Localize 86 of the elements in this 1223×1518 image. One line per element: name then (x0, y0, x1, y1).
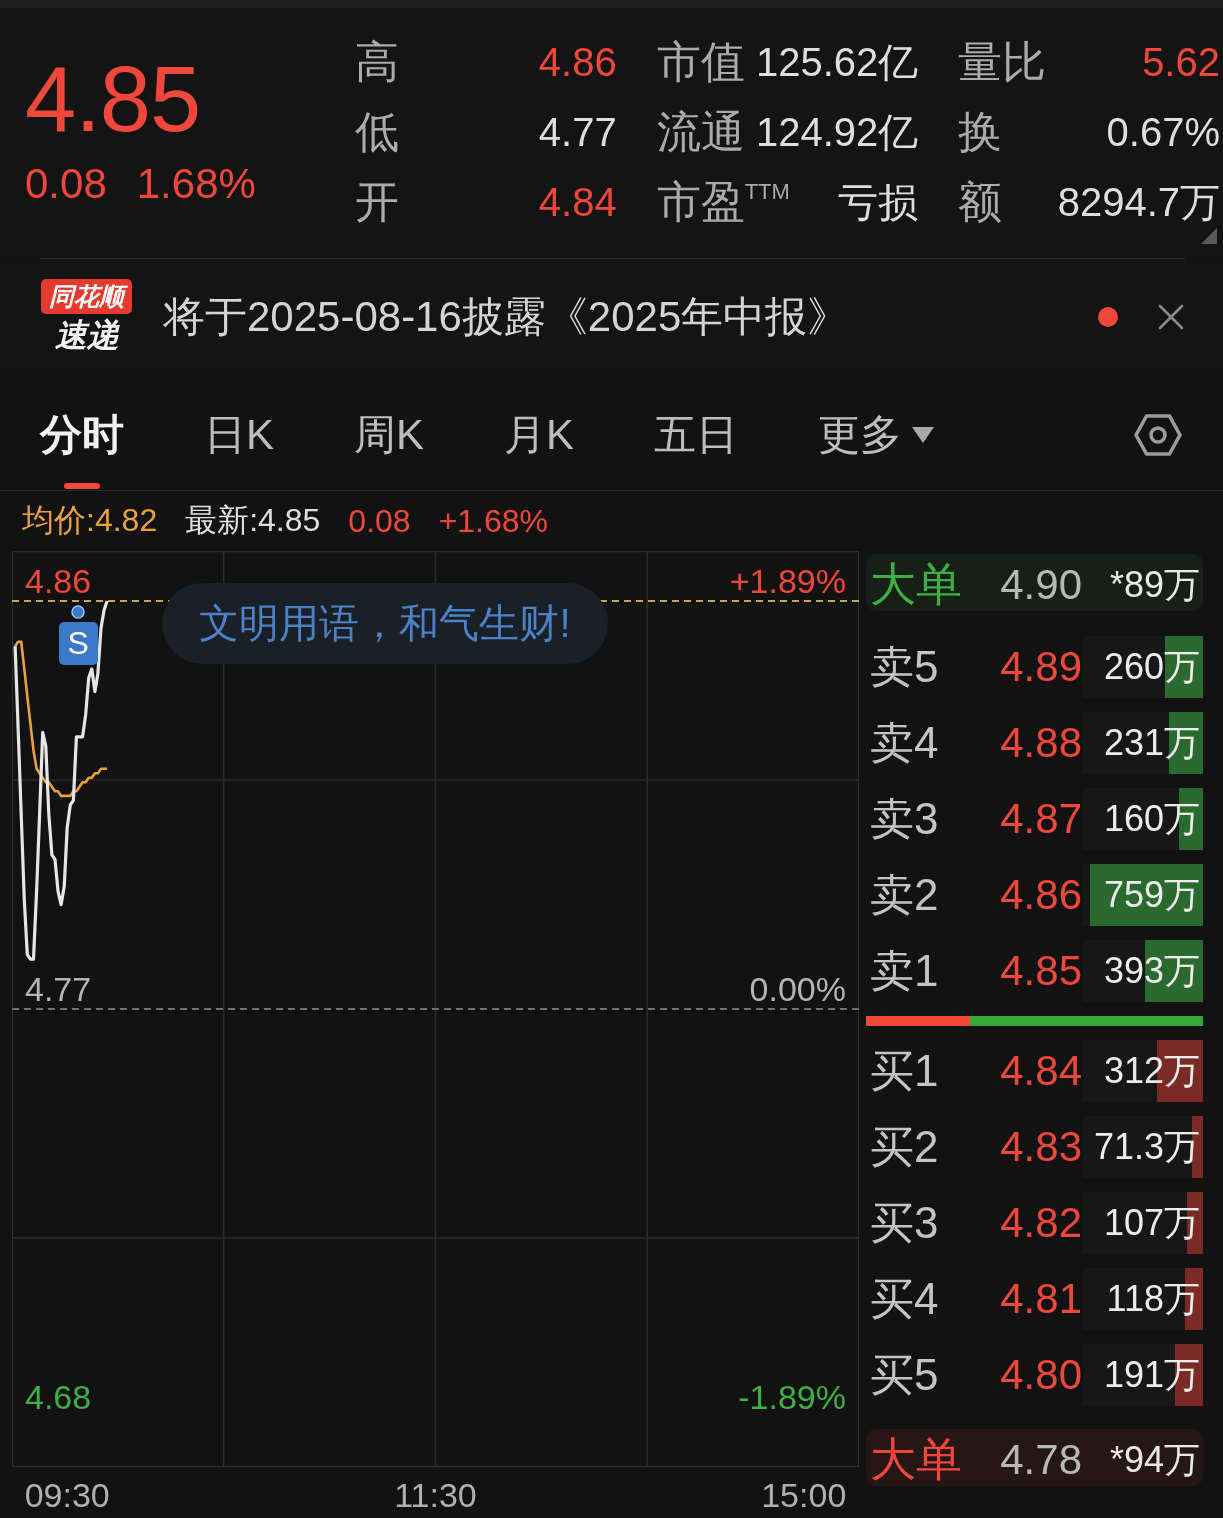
legend-label: +1.68% (438, 502, 549, 540)
ask-volume: 260万 (1103, 644, 1201, 689)
stat-value: 8294.7万 (1057, 180, 1220, 224)
ask-volume: 231万 (1103, 720, 1201, 765)
big-order-price: 4.90 (1000, 561, 1082, 609)
ask-volume: 393万 (1103, 948, 1201, 993)
chart-tab[interactable]: 分时 (40, 394, 124, 490)
stat-label: 额 (958, 177, 1003, 227)
signal-point-icon (71, 604, 86, 619)
ask-price: 4.85 (1000, 947, 1082, 995)
stat-label: 换 (958, 107, 1003, 157)
ask-level-label: 卖4 (870, 716, 939, 769)
price-change: 0.08 (25, 161, 107, 208)
signal-badge[interactable]: S (58, 621, 98, 665)
corner-triangle-icon[interactable] (1201, 228, 1217, 244)
stat-label: 量比 (958, 37, 1047, 87)
big-order-volume: *94万 (1109, 1437, 1201, 1482)
bid-level-label: 买4 (870, 1272, 939, 1325)
stat-value: 5.62 (1142, 40, 1220, 84)
ask-price: 4.86 (1000, 871, 1082, 919)
stat-value: 124.92亿 (756, 110, 919, 154)
ask-level-label: 卖1 (870, 944, 939, 997)
close-icon (1158, 304, 1184, 330)
stat-value: 4.86 (538, 40, 617, 84)
stat-value: 125.62亿 (756, 40, 919, 84)
bid-volume: 191万 (1103, 1352, 1201, 1397)
stat-value: 4.84 (538, 180, 617, 224)
price-axis-label: 4.86 (25, 561, 92, 600)
ask-price: 4.88 (1000, 719, 1082, 767)
bid-volume: 107万 (1103, 1200, 1201, 1245)
brand-tag: 同花顺 (41, 279, 132, 315)
big-order-label: 大单 (870, 557, 962, 612)
close-button[interactable] (1158, 304, 1184, 330)
stat-value: 4.77 (538, 110, 617, 154)
bid-volume: 118万 (1106, 1276, 1201, 1321)
bid-volume: 312万 (1103, 1048, 1201, 1093)
percent-change: 1.68% (136, 161, 256, 208)
bid-price: 4.83 (1000, 1123, 1082, 1171)
bid-level-label: 买3 (870, 1196, 939, 1249)
ask-price: 4.87 (1000, 795, 1082, 843)
ask-level-label: 卖2 (870, 868, 939, 921)
stat-label: 市值 (656, 37, 745, 87)
ask-volume: 759万 (1103, 872, 1201, 917)
brand-subtitle: 速递 (54, 316, 119, 355)
chart-tab[interactable]: 更多 (818, 394, 935, 490)
percent-axis-label: 0.00% (749, 970, 846, 1008)
big-order-price: 4.78 (1000, 1436, 1082, 1484)
legend-label: 最新:4.85 (185, 501, 321, 540)
ask-price: 4.89 (1000, 643, 1082, 691)
time-axis-label: 15:00 (761, 1476, 847, 1514)
bid-price: 4.81 (1000, 1275, 1082, 1323)
stat-label: 流通 (656, 107, 745, 157)
bid-price: 4.82 (1000, 1199, 1082, 1247)
stat-label: 高 (355, 37, 399, 87)
chart-tab[interactable]: 五日 (654, 394, 739, 490)
news-headline[interactable]: 将于2025-08-16披露《2025年中报》 (163, 289, 850, 345)
percent-axis-label: +1.89% (729, 561, 846, 600)
bid-price: 4.84 (1000, 1047, 1082, 1095)
chart-tab[interactable]: 月K (504, 394, 575, 490)
chart-tab[interactable]: 周K (354, 394, 425, 490)
stat-value: 亏损 (838, 180, 919, 224)
time-axis-label: 09:30 (24, 1476, 110, 1514)
notice-bubble: 文明用语，和气生财! (162, 583, 608, 664)
bid-level-label: 买2 (870, 1120, 939, 1173)
price-axis-label: 4.77 (25, 970, 92, 1008)
chart-tab[interactable]: 日K (204, 394, 274, 490)
bid-price: 4.80 (1000, 1351, 1082, 1399)
bid-level-label: 买1 (870, 1044, 939, 1097)
bid-level-label: 买5 (870, 1348, 939, 1401)
big-order-volume: *89万 (1109, 562, 1201, 607)
legend-label: 0.08 (348, 502, 411, 540)
legend-label: 均价:4.82 (22, 501, 158, 540)
time-axis-label: 11:30 (394, 1476, 477, 1514)
stat-label: 低 (355, 107, 399, 157)
stat-label: 市盈$^{TTM}$ (656, 177, 790, 227)
ask-level-label: 卖3 (870, 792, 939, 845)
settings-icon (1133, 412, 1183, 458)
stat-label: 开 (355, 177, 399, 227)
last-price: 4.85 (25, 53, 201, 145)
stat-value: 0.67% (1106, 110, 1220, 154)
bid-volume: 71.3万 (1093, 1124, 1201, 1169)
big-order-label: 大单 (870, 1432, 962, 1487)
percent-axis-label: -1.89% (738, 1378, 846, 1417)
ask-volume: 160万 (1103, 796, 1201, 841)
price-axis-label: 4.68 (25, 1378, 92, 1417)
ask-level-label: 卖5 (870, 640, 939, 693)
